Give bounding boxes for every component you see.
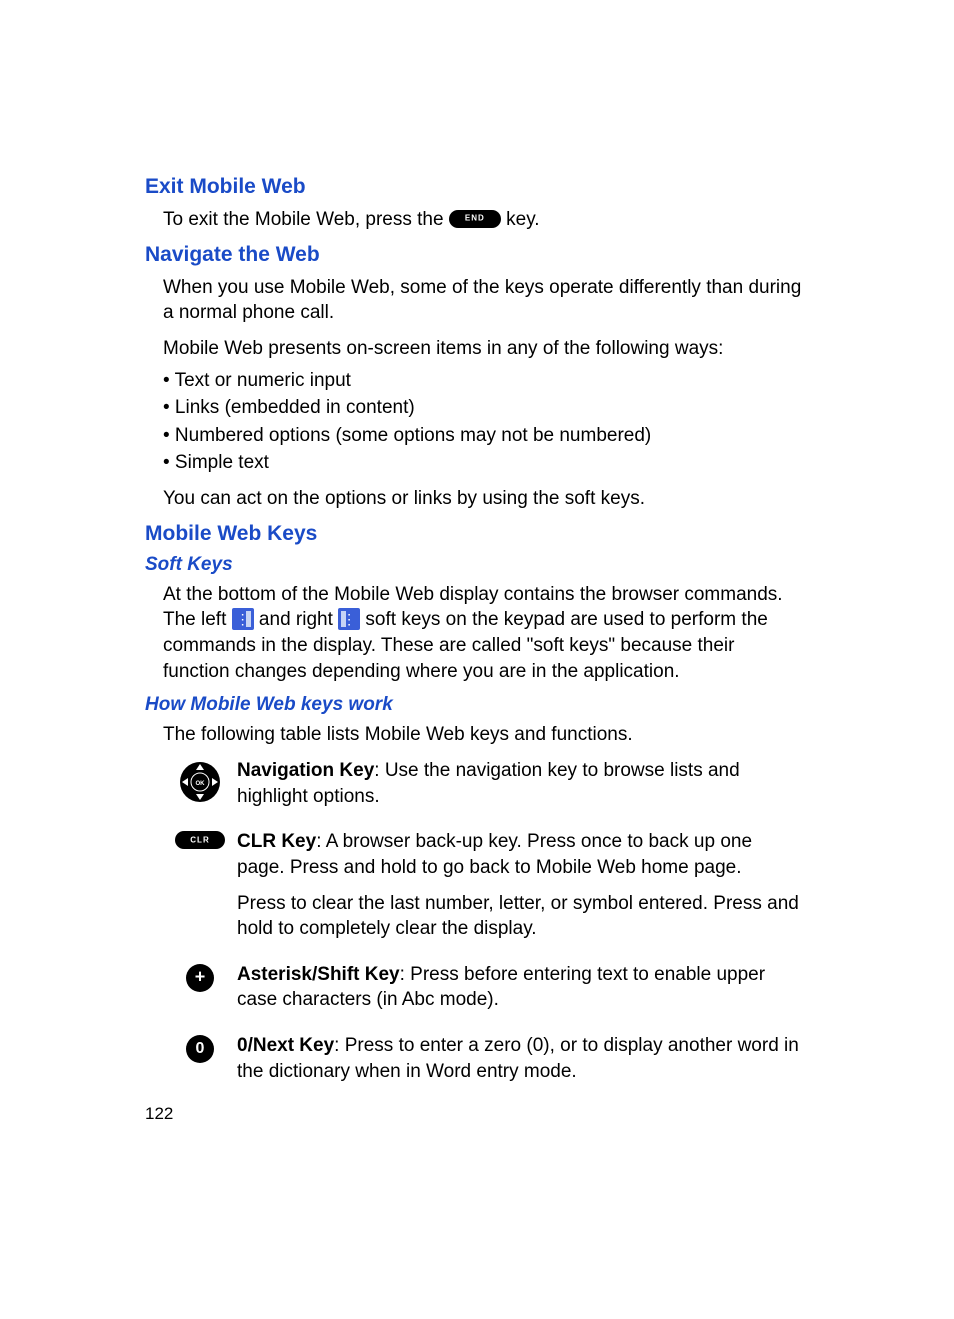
- paragraph-soft-keys: At the bottom of the Mobile Web display …: [145, 582, 804, 685]
- table-row: Asterisk/Shift Key: Press before enterin…: [163, 962, 804, 1023]
- text: key.: [501, 209, 540, 230]
- left-softkey-icon: [232, 608, 254, 630]
- heading-mobile-web-keys: Mobile Web Keys: [145, 522, 804, 546]
- page-number: 122: [145, 1104, 173, 1124]
- key-description: CLR Key: A browser back-up key. Press on…: [237, 829, 804, 952]
- end-key-icon: [449, 210, 501, 228]
- key-label: Navigation Key: [237, 760, 374, 781]
- key-label: Asterisk/Shift Key: [237, 964, 400, 985]
- table-row: CLR Key: A browser back-up key. Press on…: [163, 829, 804, 952]
- list-item: • Text or numeric input: [163, 368, 804, 394]
- list-item: • Simple text: [163, 450, 804, 476]
- asterisk-key-icon: [163, 962, 237, 997]
- key-description: Asterisk/Shift Key: Press before enterin…: [237, 962, 804, 1023]
- right-softkey-icon: [338, 608, 360, 630]
- text: To exit the Mobile Web, press the: [163, 209, 449, 230]
- heading-navigate-web: Navigate the Web: [145, 243, 804, 267]
- document-page: Exit Mobile Web To exit the Mobile Web, …: [0, 0, 954, 1319]
- paragraph: When you use Mobile Web, some of the key…: [145, 275, 804, 326]
- key-function-table: OK Navigation Key: Use the navigation ke…: [145, 758, 804, 1094]
- list-item: • Numbered options (some options may not…: [163, 423, 804, 449]
- svg-text:OK: OK: [196, 781, 206, 787]
- paragraph: Mobile Web presents on-screen items in a…: [145, 336, 804, 362]
- subheading-soft-keys: Soft Keys: [145, 554, 804, 576]
- heading-exit-mobile-web: Exit Mobile Web: [145, 175, 804, 199]
- subheading-how-keys-work: How Mobile Web keys work: [145, 694, 804, 716]
- paragraph: You can act on the options or links by u…: [145, 486, 804, 512]
- list-item: • Links (embedded in content): [163, 395, 804, 421]
- clr-key-icon: [163, 829, 237, 854]
- table-row: 0/Next Key: Press to enter a zero (0), o…: [163, 1033, 804, 1094]
- key-label: CLR Key: [237, 831, 316, 852]
- navigation-key-icon: OK: [163, 758, 237, 809]
- paragraph-exit: To exit the Mobile Web, press the key.: [145, 207, 804, 233]
- paragraph: The following table lists Mobile Web key…: [145, 722, 804, 748]
- table-row: OK Navigation Key: Use the navigation ke…: [163, 758, 804, 819]
- key-label: 0/Next Key: [237, 1035, 334, 1056]
- text: and right: [254, 609, 339, 630]
- key-description: Navigation Key: Use the navigation key t…: [237, 758, 804, 819]
- text: Press to clear the last number, letter, …: [237, 891, 804, 942]
- key-description: 0/Next Key: Press to enter a zero (0), o…: [237, 1033, 804, 1094]
- bullet-list: • Text or numeric input • Links (embedde…: [145, 368, 804, 477]
- zero-key-icon: [163, 1033, 237, 1068]
